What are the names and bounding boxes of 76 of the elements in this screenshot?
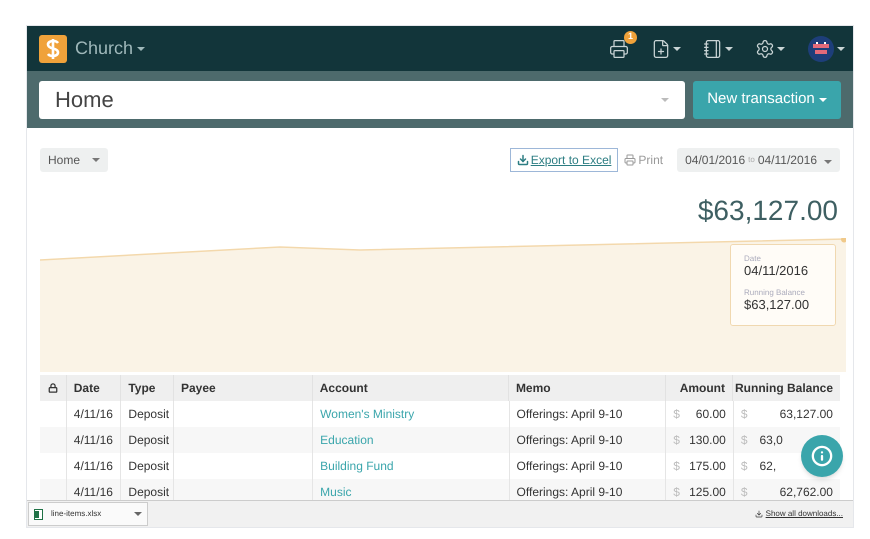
info-icon [811, 445, 833, 467]
table-cell-text: 4/11/16 [74, 484, 113, 501]
caret-icon [837, 46, 845, 50]
column-header: Payee [180, 380, 216, 397]
caret-icon [673, 46, 681, 50]
page-select[interactable]: Home [39, 80, 685, 118]
export-button[interactable]: Export to Excel [510, 148, 618, 172]
lock-icon [48, 383, 58, 393]
table-cell-text: Deposit [128, 458, 170, 475]
table-cell-text: 62, [760, 458, 776, 475]
table-cell-text: Offerings: April 9-10 [516, 484, 622, 501]
table-cell-text: Offerings: April 9-10 [516, 432, 622, 449]
column-header: Memo [516, 380, 551, 397]
spreadsheet-file-icon [34, 508, 43, 520]
printer-icon [624, 154, 636, 166]
account-link[interactable]: Education [320, 431, 374, 449]
notification-badge: 1 [624, 30, 637, 44]
tooltip-label: Running Balance [744, 288, 806, 297]
download-item[interactable]: line-items.xlsx [28, 502, 148, 526]
add-document-icon[interactable] [651, 38, 681, 58]
account-link[interactable]: Music [320, 483, 352, 501]
currency-sign: $ [740, 406, 748, 423]
tooltip-label: Date [744, 254, 762, 263]
currency-sign: $ [673, 458, 680, 475]
avatar-icon[interactable] [807, 34, 845, 62]
currency-sign: $ [673, 432, 680, 449]
table-cell-text: 4/11/16 [74, 432, 113, 449]
tooltip-balance: $63,127.00 [744, 297, 810, 312]
table-cell-text: 60.00 [696, 406, 726, 423]
table-cell-text: Deposit [128, 432, 170, 449]
currency-sign: $ [740, 432, 748, 449]
table-cell-text: 125.00 [689, 484, 726, 501]
currency-sign: $ [740, 484, 748, 501]
caret-icon [824, 160, 832, 164]
show-all-downloads-link[interactable]: Show all downloads... [754, 508, 843, 520]
table-cell-text: Offerings: April 9-10 [516, 458, 622, 475]
caret-icon [137, 46, 146, 50]
table-cell-text: 63,127.00 [780, 406, 833, 423]
organization-menu[interactable]: Church [75, 35, 146, 62]
total-balance: $63,127.00 [698, 194, 838, 228]
print-button[interactable]: Print [624, 151, 664, 169]
currency-sign: $ [673, 484, 680, 501]
view-dropdown[interactable]: Home [40, 148, 108, 172]
printer-icon[interactable] [609, 38, 629, 58]
table-cell-text: 62,762.00 [780, 484, 833, 501]
table-cell-text: 130.00 [689, 432, 726, 449]
table-cell-text: Deposit [128, 484, 170, 501]
table-cell-text: Deposit [128, 406, 170, 423]
column-header: Running Balance [735, 380, 834, 397]
table-cell-text: 4/11/16 [74, 406, 113, 423]
currency-sign: $ [673, 406, 680, 423]
new-transaction-button[interactable]: New transaction [693, 80, 841, 118]
table-cell-text: 63,0 [760, 432, 783, 449]
table-cell-text: Offerings: April 9-10 [516, 406, 622, 423]
settings-icon[interactable] [755, 38, 785, 58]
caret-icon [725, 46, 733, 50]
caret-icon [818, 98, 827, 102]
account-link[interactable]: Building Fund [320, 457, 394, 475]
caret-icon [661, 98, 669, 102]
account-link[interactable]: Women's Ministry [320, 405, 414, 423]
dollar-logo-icon [39, 34, 67, 62]
table-cell-text: 4/11/16 [74, 458, 113, 475]
tooltip-date: 04/11/2016 [744, 263, 810, 278]
table-cell-text: 175.00 [689, 458, 726, 475]
date-range-dropdown[interactable]: 04/01/2016 to 04/11/2016 [677, 148, 840, 172]
caret-icon [777, 46, 785, 50]
notebook-icon[interactable] [703, 38, 733, 58]
column-header: Account [320, 380, 368, 397]
caret-icon [134, 512, 142, 516]
caret-icon [92, 158, 100, 162]
column-header: Date [74, 380, 100, 397]
download-icon [754, 510, 763, 518]
currency-sign: $ [740, 458, 748, 475]
column-header: Type [128, 380, 156, 397]
column-header: Amount [680, 380, 726, 397]
download-icon [516, 154, 529, 166]
